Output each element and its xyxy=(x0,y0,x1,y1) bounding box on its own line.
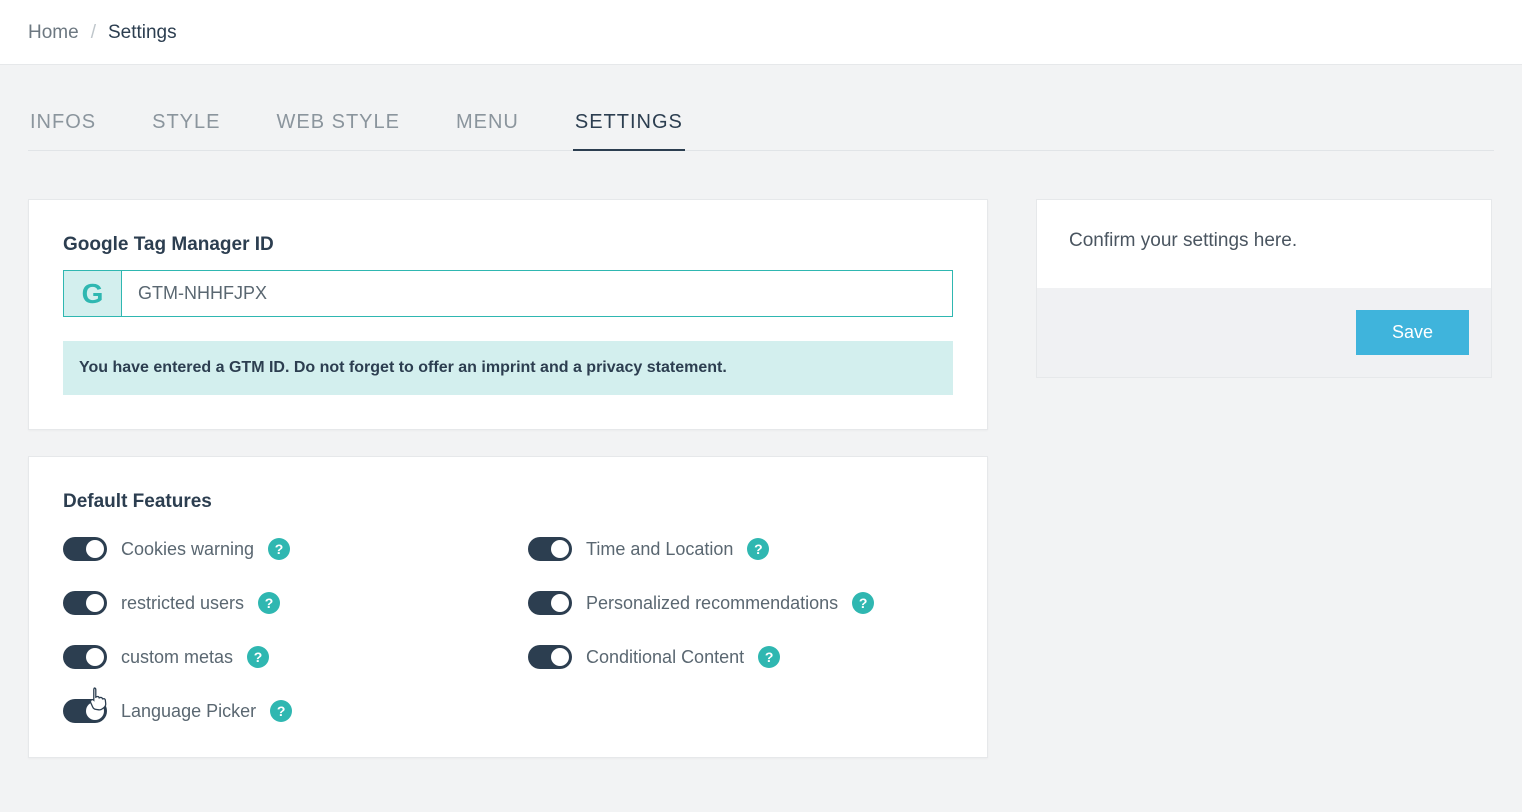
feature-row: Language Picker ? xyxy=(63,699,488,723)
help-icon[interactable]: ? xyxy=(268,538,290,560)
toggle-cookies-warning[interactable] xyxy=(63,537,107,561)
tab-infos[interactable]: INFOS xyxy=(28,103,98,150)
help-icon[interactable]: ? xyxy=(852,592,874,614)
help-icon[interactable]: ? xyxy=(758,646,780,668)
gtm-input-addon: G xyxy=(64,271,122,316)
toggle-language-picker[interactable] xyxy=(63,699,107,723)
tab-settings[interactable]: SETTINGS xyxy=(573,103,685,150)
toggle-personalized-recommendations[interactable] xyxy=(528,591,572,615)
toggle-restricted-users[interactable] xyxy=(63,591,107,615)
tab-web-style[interactable]: WEB STYLE xyxy=(274,103,401,150)
feature-row: Time and Location ? xyxy=(528,537,953,561)
confirm-message: Confirm your settings here. xyxy=(1037,200,1491,288)
help-icon[interactable]: ? xyxy=(247,646,269,668)
save-button[interactable]: Save xyxy=(1356,310,1469,355)
toggle-conditional-content[interactable] xyxy=(528,645,572,669)
breadcrumb-separator: / xyxy=(91,22,96,44)
tab-style[interactable]: STYLE xyxy=(150,103,222,150)
features-card: Default Features Cookies warning ? restr… xyxy=(28,456,988,758)
gtm-input-group: G xyxy=(63,270,953,317)
tab-bar: INFOS STYLE WEB STYLE MENU SETTINGS xyxy=(28,103,1494,151)
gtm-card: Google Tag Manager ID G You have entered… xyxy=(28,199,988,430)
breadcrumb-current: Settings xyxy=(108,22,177,44)
topbar: Home / Settings xyxy=(0,0,1522,65)
confirm-footer: Save xyxy=(1037,288,1491,377)
feature-label: Personalized recommendations xyxy=(586,593,838,614)
gtm-id-input[interactable] xyxy=(122,271,952,316)
feature-label: restricted users xyxy=(121,593,244,614)
google-g-icon: G xyxy=(82,278,104,310)
gtm-title: Google Tag Manager ID xyxy=(63,234,953,256)
help-icon[interactable]: ? xyxy=(258,592,280,614)
breadcrumb: Home / Settings xyxy=(28,22,1494,44)
feature-label: custom metas xyxy=(121,647,233,668)
help-icon[interactable]: ? xyxy=(747,538,769,560)
feature-label: Time and Location xyxy=(586,539,733,560)
gtm-hint-alert: You have entered a GTM ID. Do not forget… xyxy=(63,341,953,395)
tab-menu[interactable]: MENU xyxy=(454,103,521,150)
help-icon[interactable]: ? xyxy=(270,700,292,722)
feature-row: Conditional Content ? xyxy=(528,645,953,669)
feature-label: Cookies warning xyxy=(121,539,254,560)
feature-label: Language Picker xyxy=(121,701,256,722)
toggle-time-location[interactable] xyxy=(528,537,572,561)
feature-row: Cookies warning ? xyxy=(63,537,488,561)
feature-row: Personalized recommendations ? xyxy=(528,591,953,615)
breadcrumb-home[interactable]: Home xyxy=(28,22,79,44)
confirm-card: Confirm your settings here. Save xyxy=(1036,199,1492,378)
feature-row: custom metas ? xyxy=(63,645,488,669)
toggle-custom-metas[interactable] xyxy=(63,645,107,669)
feature-row: restricted users ? xyxy=(63,591,488,615)
features-title: Default Features xyxy=(63,491,953,513)
feature-label: Conditional Content xyxy=(586,647,744,668)
